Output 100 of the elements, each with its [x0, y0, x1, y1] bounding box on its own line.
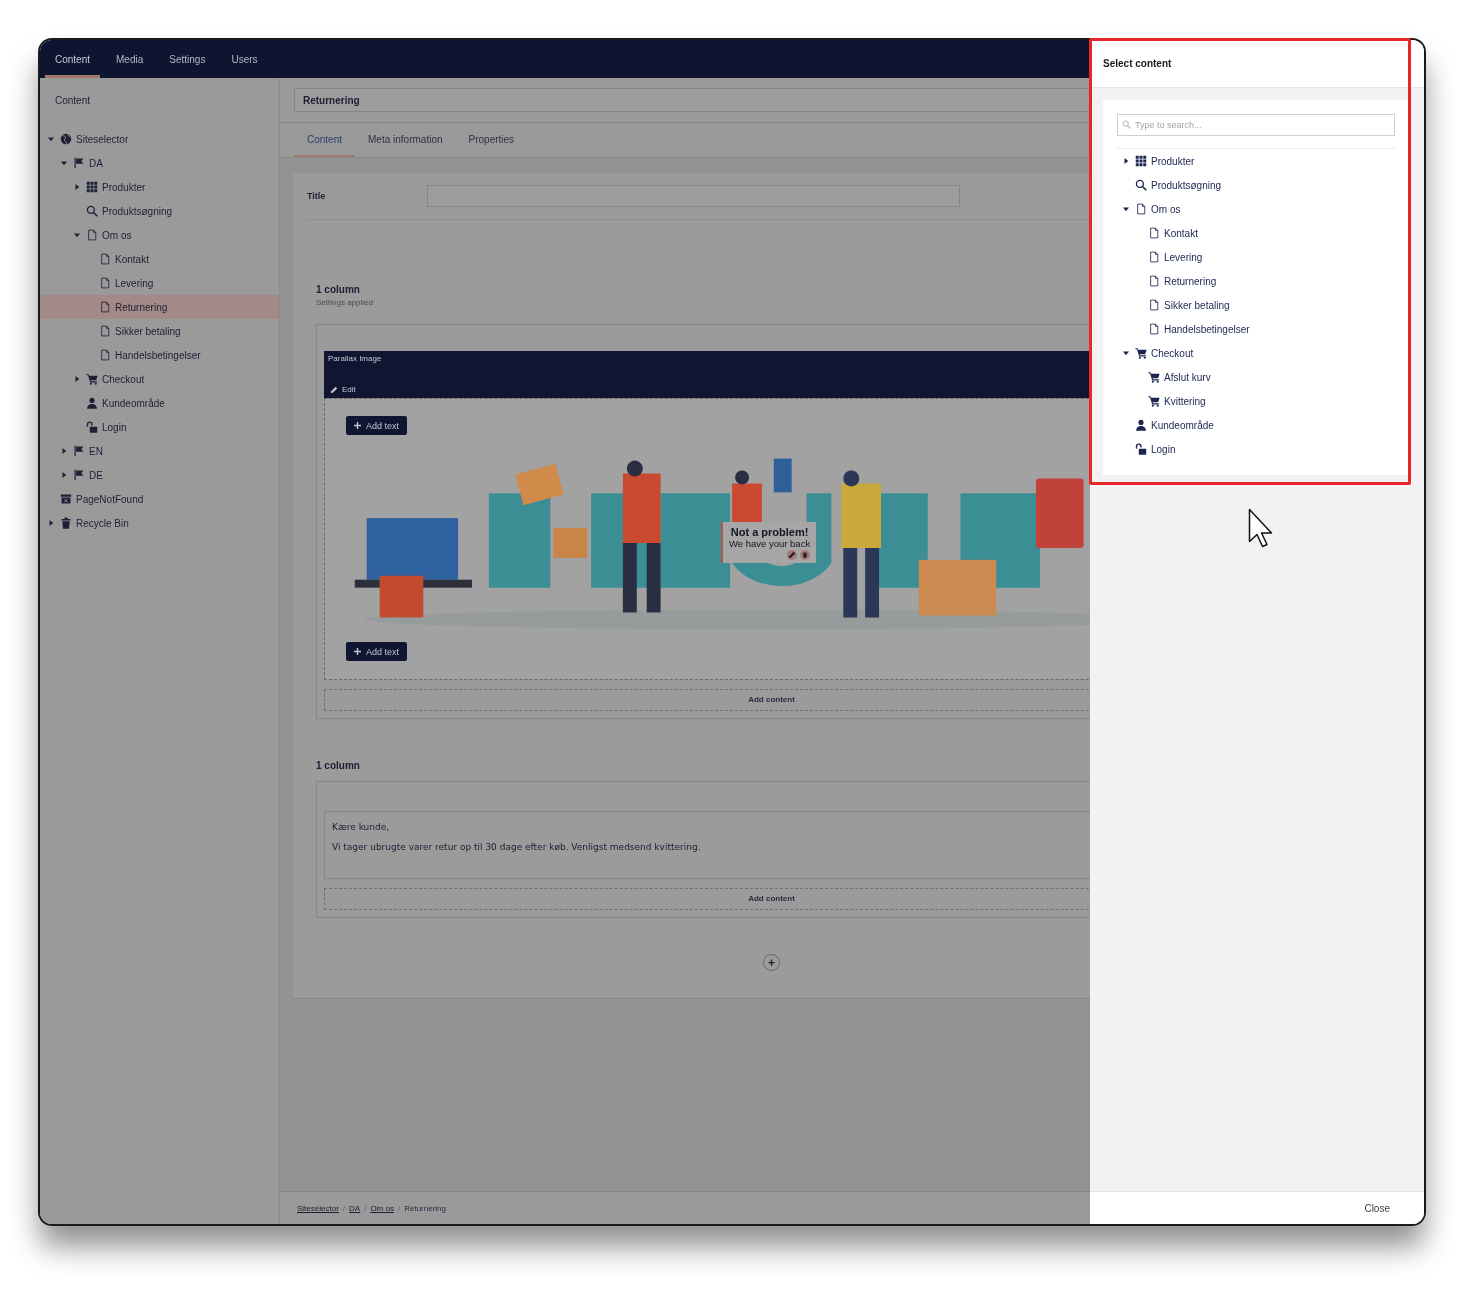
page-icon [1135, 203, 1147, 215]
flag-icon [73, 469, 85, 481]
caret-icon[interactable] [1123, 206, 1129, 212]
tree-item[interactable]: Sikker betaling [1117, 293, 1395, 317]
add-text-button[interactable]: Add text [346, 642, 408, 661]
trash-icon [802, 552, 809, 558]
cart-icon [1148, 395, 1160, 407]
tree-item[interactable]: Om os [40, 223, 279, 247]
tree-item[interactable]: EN [40, 439, 279, 463]
plus-icon [354, 648, 361, 655]
page-icon [99, 253, 111, 265]
page-icon [99, 301, 111, 313]
tree-item[interactable]: Kundeområde [1117, 413, 1395, 437]
nav-tab[interactable]: Users [221, 40, 268, 78]
caption-text: We have your back [729, 538, 811, 549]
pencil-icon [330, 385, 338, 394]
tree-item[interactable]: Om os [1117, 197, 1395, 221]
breadcrumb-separator: / [364, 1203, 367, 1213]
cart-icon [1148, 371, 1160, 383]
tree-item[interactable]: PageNotFound [40, 487, 279, 511]
add-text-button[interactable]: Add text [346, 416, 408, 435]
tree-item[interactable]: Recycle Bin [40, 511, 279, 535]
tree-item[interactable]: Handelsbetingelser [40, 343, 279, 367]
editor-tab[interactable]: Properties [455, 123, 528, 157]
caret-icon[interactable] [61, 160, 67, 166]
page-icon [1148, 275, 1160, 287]
user-icon [1135, 419, 1147, 431]
tree-item[interactable]: Handelsbetingelser [1117, 317, 1395, 341]
breadcrumb-current: Returnering [404, 1203, 446, 1213]
cart-icon [86, 373, 98, 385]
tree-item[interactable]: Checkout [1117, 341, 1395, 365]
search-icon [1122, 120, 1131, 129]
padlock-icon [86, 421, 98, 433]
user-icon [86, 397, 98, 409]
tree-item[interactable]: DE [40, 463, 279, 487]
caret-icon[interactable] [1123, 350, 1129, 356]
tree-item[interactable]: Afslut kurv [1117, 365, 1395, 389]
editor-tab[interactable]: Meta information [355, 123, 456, 157]
page-icon [99, 349, 111, 361]
nav-tab[interactable]: Media [106, 40, 154, 78]
tree-item[interactable]: Sikker betaling [40, 319, 279, 343]
page-icon [86, 229, 98, 241]
tree-item[interactable]: Kontakt [1117, 221, 1395, 245]
panel-title: Select content [1103, 58, 1172, 69]
section-note: Settings applied [316, 297, 373, 308]
tree-item[interactable]: Produktsøgning [40, 199, 279, 223]
tree-item[interactable]: Levering [1117, 245, 1395, 269]
section-heading: 1 column [316, 284, 360, 296]
tree-item[interactable]: Levering [40, 271, 279, 295]
breadcrumb-link[interactable]: Om os [370, 1203, 394, 1213]
section-heading: 1 column [316, 760, 360, 772]
tree-item[interactable]: Produktsøgning [1117, 173, 1395, 197]
tree-item[interactable]: Produkter [40, 175, 279, 199]
page-icon [99, 325, 111, 337]
editor-tab[interactable]: Content [294, 123, 356, 157]
nav-tab[interactable]: Settings [159, 40, 216, 78]
tree-item[interactable]: Kvittering [1117, 389, 1395, 413]
breadcrumb-separator: / [397, 1203, 401, 1213]
paragraph: Vi tager ubrugte varer retur op til 30 dage efter køb. Venligst medsend kvittering. [332, 842, 701, 852]
tree-item[interactable]: Login [1117, 437, 1395, 461]
caret-icon[interactable] [74, 232, 80, 238]
tree-item[interactable]: Returnering [40, 295, 279, 319]
flag-icon [73, 157, 85, 169]
page-icon [1148, 299, 1160, 311]
caret-icon[interactable] [61, 472, 67, 478]
tree-item[interactable]: DA [40, 151, 279, 175]
caret-icon[interactable] [74, 184, 80, 190]
field-label: Title [307, 191, 326, 201]
page-icon [1148, 323, 1160, 335]
page-icon [99, 277, 111, 289]
caret-icon[interactable] [74, 376, 80, 382]
archive-icon [60, 493, 72, 505]
tree-item[interactable]: Login [40, 415, 279, 439]
search-icon [86, 205, 98, 217]
cart-icon [1135, 347, 1147, 359]
edit-button[interactable]: Edit [328, 385, 358, 394]
page-icon [1148, 251, 1160, 263]
caption-heading: Not a problem! [729, 526, 810, 538]
tree-item[interactable]: Kontakt [40, 247, 279, 271]
section-title: Content [54, 94, 91, 108]
edit-button[interactable] [787, 550, 798, 560]
caret-icon[interactable] [48, 520, 54, 526]
caret-icon[interactable] [61, 448, 67, 454]
paragraph: Kære kunde, [332, 822, 390, 832]
grid-icon [86, 181, 98, 193]
plus-icon [354, 422, 361, 429]
tree-item[interactable]: Kundeområde [40, 391, 279, 415]
breadcrumb-link[interactable]: Siteselector [297, 1203, 339, 1213]
padlock-icon [1135, 443, 1147, 455]
tree-item[interactable]: Returnering [1117, 269, 1395, 293]
delete-button[interactable] [800, 550, 811, 560]
close-button[interactable]: Close [1354, 1198, 1400, 1218]
search-field[interactable]: Type to search... [1117, 114, 1395, 136]
tree-item[interactable]: Produkter [1117, 149, 1395, 173]
search-icon [1135, 179, 1147, 191]
cursor-icon [1248, 508, 1274, 548]
tree-item[interactable]: Siteselector [40, 127, 279, 151]
caret-icon[interactable] [48, 136, 54, 142]
breadcrumb-link[interactable]: DA [349, 1203, 361, 1213]
tree-item[interactable]: Checkout [40, 367, 279, 391]
